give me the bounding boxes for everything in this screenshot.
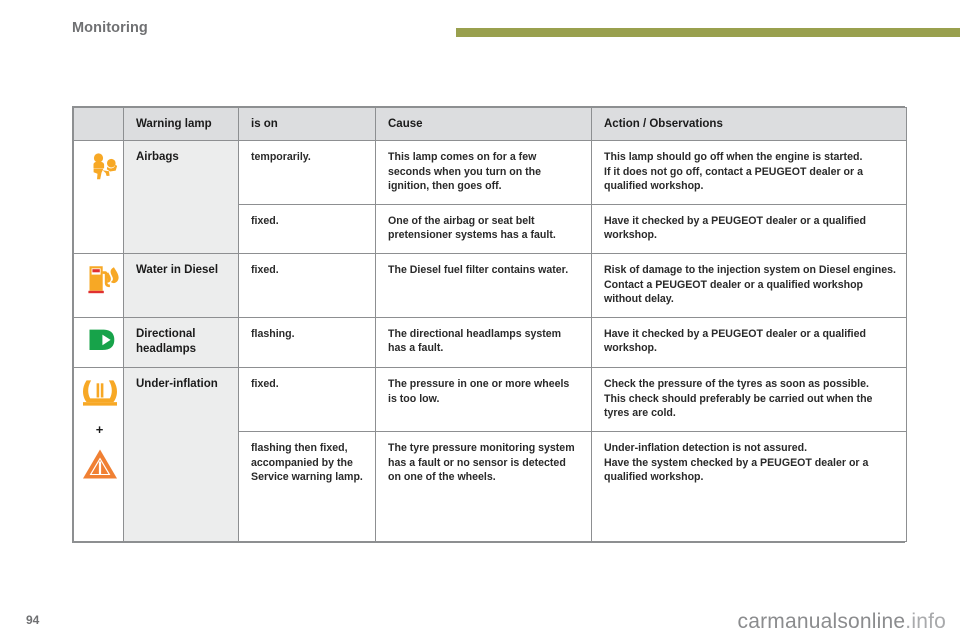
icon-stack: + — [82, 377, 117, 480]
is-on-value: fixed. — [238, 253, 376, 318]
cause-value: The directional headlamps system has a f… — [375, 316, 592, 369]
is-on-value: temporarily. — [238, 140, 376, 205]
warning-lamp-icon-cell: + — [73, 367, 124, 543]
header-accent-rule — [456, 28, 960, 37]
warning-lamp-name: Airbags — [123, 139, 239, 255]
column-header-is-on: is on — [238, 107, 376, 141]
table-row: Airbags temporarily. This lamp comes on … — [73, 139, 907, 255]
cause-value: This lamp comes on for a few seconds whe… — [375, 140, 592, 205]
page-number: 94 — [26, 613, 40, 627]
water-in-diesel-icon — [86, 263, 119, 295]
airbag-warning-icon — [86, 150, 118, 184]
column-header-icon — [73, 107, 124, 141]
action-value: Under-inflation detection is not assured… — [591, 431, 907, 543]
warning-lamp-name: Directional headlamps — [123, 316, 239, 369]
is-on-value: flashing then fixed, accompanied by the … — [238, 431, 376, 543]
action-value: Risk of damage to the injection system o… — [591, 253, 907, 318]
cause-value: One of the airbag or seat belt pretensio… — [375, 203, 592, 255]
warning-lamp-name: Water in Diesel — [123, 253, 239, 318]
action-value: This lamp should go off when the engine … — [591, 140, 907, 205]
cause-value: The pressure in one or more wheels is to… — [375, 367, 592, 433]
table-header-row: Warning lamp is on Cause Action / Observ… — [73, 107, 907, 141]
is-on-value: flashing. — [238, 316, 376, 369]
table-row: + Under-inflation fixed. The pressure in… — [73, 367, 907, 543]
watermark-main: carmanualsonline — [737, 610, 906, 633]
is-on-value: fixed. — [238, 203, 376, 255]
action-value: Have it checked by a PEUGEOT dealer or a… — [591, 203, 907, 255]
column-header-warning-lamp: Warning lamp — [123, 107, 239, 141]
directional-headlamps-icon — [86, 327, 115, 353]
cause-value: The Diesel fuel filter contains water. — [375, 253, 592, 318]
warning-lamp-icon-cell — [73, 253, 124, 318]
plus-separator: + — [95, 422, 104, 438]
warning-lamp-icon-cell — [73, 139, 124, 255]
action-value: Have it checked by a PEUGEOT dealer or a… — [591, 316, 907, 369]
tyre-under-inflation-icon — [82, 377, 118, 407]
action-value: Check the pressure of the tyres as soon … — [591, 367, 907, 433]
watermark-suffix: .info — [905, 610, 946, 633]
warning-lamp-table-container: Warning lamp is on Cause Action / Observ… — [72, 106, 907, 544]
warning-lamp-icon-cell — [73, 316, 124, 369]
table-row: Water in Diesel fixed. The Diesel fuel f… — [73, 253, 907, 318]
site-watermark: carmanualsonline.info — [738, 611, 947, 632]
cause-value: The tyre pressure monitoring system has … — [375, 431, 592, 543]
is-on-value: fixed. — [238, 367, 376, 433]
service-warning-triangle-icon — [82, 448, 118, 480]
table-row: Directional headlamps flashing. The dire… — [73, 316, 907, 369]
warning-lamp-table: Warning lamp is on Cause Action / Observ… — [73, 107, 907, 543]
page-header: Monitoring — [0, 0, 960, 52]
column-header-cause: Cause — [375, 107, 592, 141]
page-title: Monitoring — [72, 20, 148, 36]
column-header-action: Action / Observations — [591, 107, 907, 141]
warning-lamp-name: Under-inflation — [123, 367, 239, 543]
